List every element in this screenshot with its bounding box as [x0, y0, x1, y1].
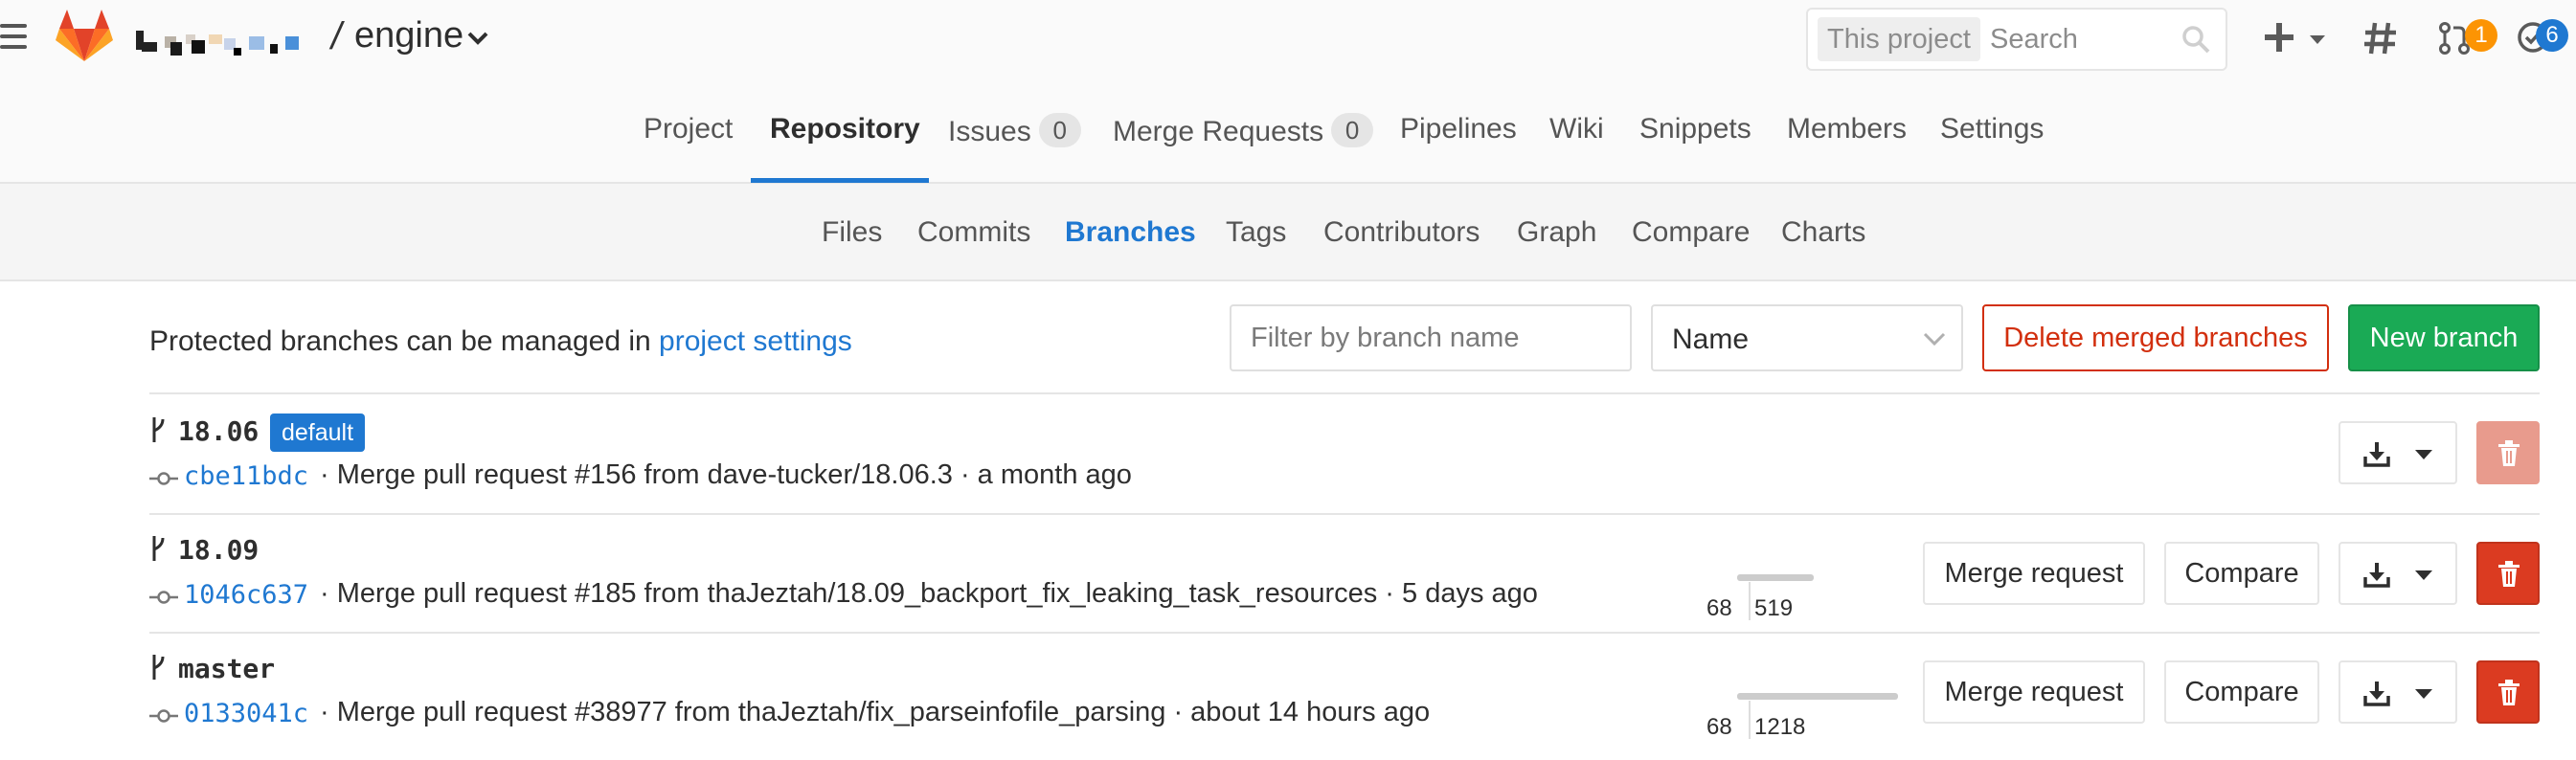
top-header: / engine This project 1: [0, 0, 2576, 78]
branch-row: 18.09 1046c637 · Merge pull request #185…: [0, 515, 2576, 634]
project-name[interactable]: engine: [354, 15, 463, 56]
branch-icon: [152, 655, 165, 680]
nav-tab-repository[interactable]: Repository: [770, 113, 920, 145]
branch-row: master 0133041c · Merge pull request #38…: [0, 634, 2576, 752]
commit-message: · Merge pull request #156 from dave-tuck…: [320, 459, 1132, 490]
nav-tab-merge-requests[interactable]: Merge Requests 0: [1113, 113, 1374, 148]
trash-icon: [2498, 440, 2520, 466]
download-icon: [2363, 682, 2390, 706]
nav-tab-issues[interactable]: Issues 0: [948, 113, 1081, 148]
commit-icon: [149, 591, 178, 604]
divergence-center-line: [1749, 582, 1751, 620]
subnav-branches[interactable]: Branches: [1065, 216, 1196, 249]
project-settings-link[interactable]: project settings: [659, 325, 852, 357]
divergence-graph: 68 1218: [1706, 683, 1898, 741]
download-dropdown-button[interactable]: [2339, 660, 2457, 724]
commits-behind: 68: [1706, 714, 1732, 740]
branch-filter-input[interactable]: [1230, 304, 1632, 371]
download-dropdown-button[interactable]: [2339, 421, 2457, 484]
trash-icon: [2498, 680, 2520, 705]
nav-tab-issues-label: Issues: [948, 116, 1031, 147]
nav-tab-pipelines[interactable]: Pipelines: [1400, 113, 1517, 145]
delete-branch-button[interactable]: [2476, 542, 2540, 605]
commit-message: · Merge pull request #38977 from thaJezt…: [320, 697, 1431, 727]
divergence-center-line: [1749, 701, 1751, 739]
commit-icon: [149, 472, 178, 485]
merge-request-button[interactable]: Merge request: [1923, 660, 2145, 724]
chevron-down-icon: [1923, 332, 1946, 346]
merge-requests-nav-count-badge: 0: [1331, 113, 1374, 147]
namespace-avatar[interactable]: [136, 27, 316, 59]
issues-count-badge: 0: [1038, 113, 1081, 147]
trash-icon: [2498, 561, 2520, 587]
search-scope-tag[interactable]: This project: [1818, 17, 1980, 61]
search-icon: [2182, 26, 2210, 54]
menu-icon[interactable]: [0, 24, 27, 53]
search-box[interactable]: This project: [1806, 8, 2227, 71]
ahead-bar: [1737, 693, 1898, 700]
commits-behind: 68: [1706, 595, 1732, 621]
commit-sha-link[interactable]: 1046c637: [184, 580, 308, 610]
commit-sha-link[interactable]: cbe11bdc: [184, 461, 308, 491]
info-text: Protected branches can be managed in: [149, 325, 651, 357]
protected-branches-info: Protected branches can be managed in pro…: [149, 325, 852, 358]
download-dropdown-button[interactable]: [2339, 542, 2457, 605]
subnav-charts[interactable]: Charts: [1781, 216, 1865, 249]
compare-button[interactable]: Compare: [2164, 660, 2319, 724]
commit-icon: [149, 709, 178, 723]
subnav-compare[interactable]: Compare: [1632, 216, 1750, 249]
divergence-graph: 68 519: [1706, 565, 1898, 622]
nav-tab-wiki[interactable]: Wiki: [1549, 113, 1604, 145]
chevron-down-icon: [2415, 450, 2432, 459]
subnav-graph[interactable]: Graph: [1517, 216, 1596, 249]
ahead-bar: [1737, 574, 1814, 581]
branch-icon: [152, 536, 165, 561]
nav-tab-settings[interactable]: Settings: [1940, 113, 2044, 145]
merge-requests-count-badge: 1: [2465, 19, 2497, 52]
hash-icon[interactable]: [2360, 17, 2402, 59]
plus-icon[interactable]: [2262, 17, 2331, 59]
download-icon: [2363, 442, 2390, 467]
default-branch-badge: default: [270, 414, 366, 452]
branch-name[interactable]: 18.06: [178, 415, 259, 447]
commits-ahead: 1218: [1754, 714, 1806, 740]
sort-dropdown[interactable]: Name: [1651, 304, 1963, 371]
merge-requests-button[interactable]: 1: [2438, 15, 2524, 59]
delete-branch-button[interactable]: [2476, 660, 2540, 724]
chevron-down-icon: [2415, 689, 2432, 699]
branch-icon: [152, 417, 165, 442]
new-branch-button[interactable]: New branch: [2348, 304, 2540, 371]
commit-sha-link[interactable]: 0133041c: [184, 699, 308, 728]
commits-ahead: 519: [1754, 595, 1794, 621]
gitlab-logo[interactable]: [56, 10, 113, 63]
nav-tab-members[interactable]: Members: [1787, 113, 1907, 145]
download-icon: [2363, 563, 2390, 588]
subnav-commits[interactable]: Commits: [917, 216, 1030, 249]
subnav-contributors[interactable]: Contributors: [1323, 216, 1480, 249]
delete-merged-branches-button[interactable]: Delete merged branches: [1982, 304, 2329, 371]
todos-count-badge: 6: [2536, 19, 2568, 52]
nav-tab-snippets[interactable]: Snippets: [1639, 113, 1751, 145]
subnav-tags[interactable]: Tags: [1226, 216, 1286, 249]
nav-tab-project[interactable]: Project: [644, 113, 733, 145]
chevron-down-icon: [2415, 570, 2432, 580]
search-input[interactable]: [1990, 17, 2181, 61]
branch-name[interactable]: master: [178, 653, 275, 684]
repository-subnav: Files Commits Branches Tags Contributors…: [0, 184, 2576, 281]
compare-button[interactable]: Compare: [2164, 542, 2319, 605]
chevron-down-icon[interactable]: [465, 29, 490, 48]
branch-name[interactable]: 18.09: [178, 534, 259, 566]
active-tab-indicator: [751, 178, 929, 183]
todos-button[interactable]: 6: [2517, 15, 2576, 59]
sort-value: Name: [1672, 324, 1750, 355]
nav-tab-merge-requests-label: Merge Requests: [1113, 116, 1324, 147]
project-nav: Project Repository Issues 0 Merge Request…: [0, 78, 2576, 184]
delete-branch-button: [2476, 421, 2540, 484]
commit-message: · Merge pull request #185 from thaJeztah…: [320, 578, 1538, 609]
subnav-files[interactable]: Files: [822, 216, 882, 249]
breadcrumb-separator: /: [328, 15, 347, 57]
branch-row: 18.06 default cbe11bdc · Merge pull requ…: [0, 394, 2576, 513]
merge-request-button[interactable]: Merge request: [1923, 542, 2145, 605]
